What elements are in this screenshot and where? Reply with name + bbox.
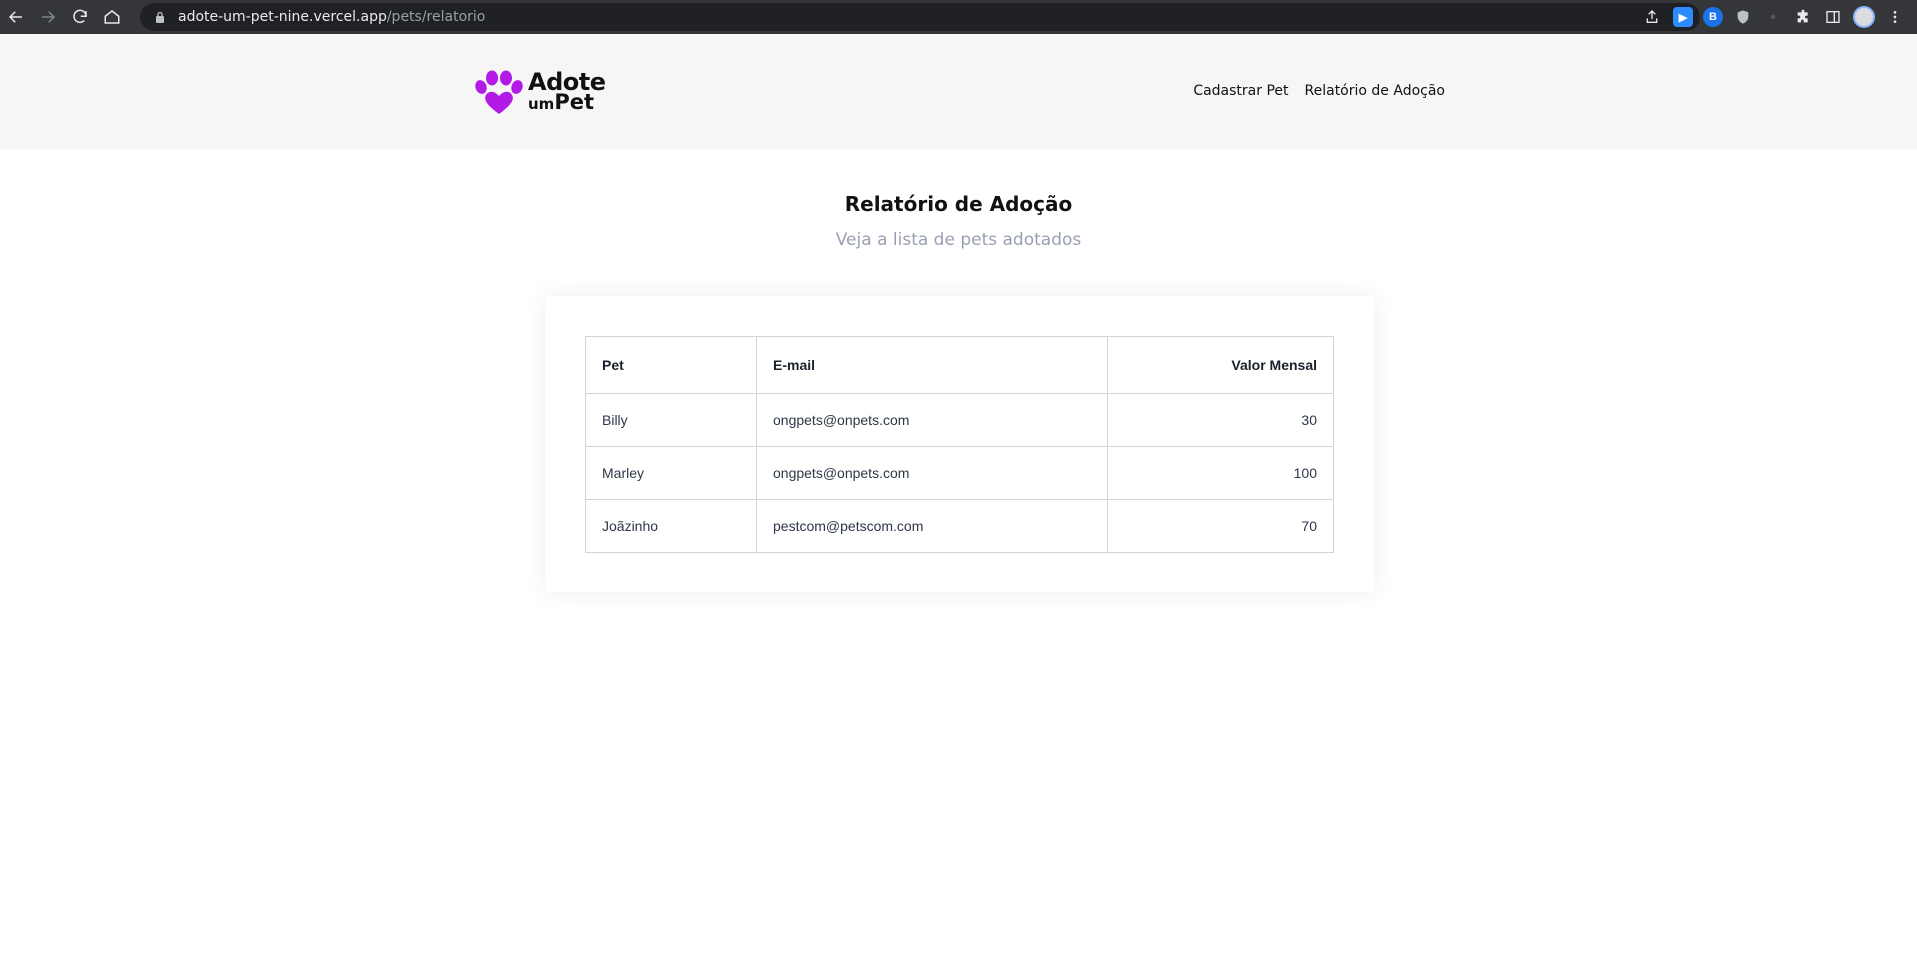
reload-button[interactable] [64, 0, 96, 34]
url-path: /pets/relatorio [386, 9, 486, 25]
b-extension-icon[interactable]: B [1703, 7, 1723, 27]
page-subtitle: Veja a lista de pets adotados [835, 230, 1082, 250]
forward-button[interactable] [32, 0, 64, 34]
cell-email: ongpets@onpets.com [756, 393, 1108, 447]
reload-icon [73, 9, 87, 24]
table-row: Joãzinho pestcom@petscom.com 70 [585, 499, 1334, 553]
shield-extension-icon[interactable] [1733, 7, 1753, 27]
arrow-right-icon [42, 11, 56, 23]
nav-cadastrar-pet[interactable]: Cadastrar Pet [1193, 83, 1288, 99]
cell-pet: Marley [585, 446, 757, 500]
logo-line1: Adote [528, 68, 606, 96]
report-card: Pet E-mail Valor Mensal Billy ongpets@on… [545, 296, 1374, 592]
home-icon [104, 10, 120, 24]
site-header: Adote umPet Cadastrar Pet Relatório de A… [0, 34, 1917, 149]
adoption-table: Pet E-mail Valor Mensal Billy ongpets@on… [585, 336, 1334, 553]
header-pet: Pet [585, 336, 757, 394]
home-button[interactable] [96, 0, 128, 34]
logo[interactable]: Adote umPet [474, 70, 606, 116]
cell-email: pestcom@petscom.com [756, 499, 1108, 553]
cell-pet: Billy [585, 393, 757, 447]
arrow-left-icon [8, 11, 22, 23]
address-bar[interactable]: adote-um-pet-nine.vercel.app/pets/relato… [140, 3, 1700, 31]
table-row: Billy ongpets@onpets.com 30 [585, 393, 1334, 447]
url-host: adote-um-pet-nine.vercel.app [178, 9, 387, 25]
logo-line2-bold: Pet [554, 90, 594, 114]
cell-pet: Joãzinho [585, 499, 757, 553]
nav-relatorio-adocao[interactable]: Relatório de Adoção [1305, 83, 1445, 99]
zoom-extension-icon[interactable]: ▶ [1673, 7, 1693, 27]
side-panel-icon[interactable] [1823, 7, 1843, 27]
profile-avatar[interactable] [1853, 6, 1875, 28]
dark-extension-icon[interactable]: ● [1763, 7, 1783, 27]
logo-line2-prefix: um [528, 95, 555, 113]
main-content: Relatório de Adoção Veja a lista de pets… [0, 192, 1917, 250]
top-nav: Cadastrar Pet Relatório de Adoção [1193, 83, 1445, 99]
puzzle-extensions-icon[interactable] [1793, 7, 1813, 27]
cell-valor: 70 [1107, 499, 1334, 553]
cell-email: ongpets@onpets.com [756, 446, 1108, 500]
kebab-menu-icon[interactable] [1885, 7, 1905, 27]
table-row: Marley ongpets@onpets.com 100 [585, 446, 1334, 500]
page-title: Relatório de Adoção [844, 192, 1073, 216]
cell-valor: 30 [1107, 393, 1334, 447]
logo-line2: umPet [528, 92, 606, 114]
logo-text: Adote umPet [528, 68, 606, 114]
browser-toolbar: adote-um-pet-nine.vercel.app/pets/relato… [0, 0, 1917, 34]
header-email: E-mail [756, 336, 1108, 394]
share-icon[interactable] [1644, 9, 1660, 25]
lock-icon [156, 11, 164, 23]
paw-icon [475, 70, 523, 114]
back-button[interactable] [0, 0, 32, 34]
table-header-row: Pet E-mail Valor Mensal [585, 336, 1334, 394]
cell-valor: 100 [1107, 446, 1334, 500]
header-valor-mensal: Valor Mensal [1107, 336, 1334, 394]
